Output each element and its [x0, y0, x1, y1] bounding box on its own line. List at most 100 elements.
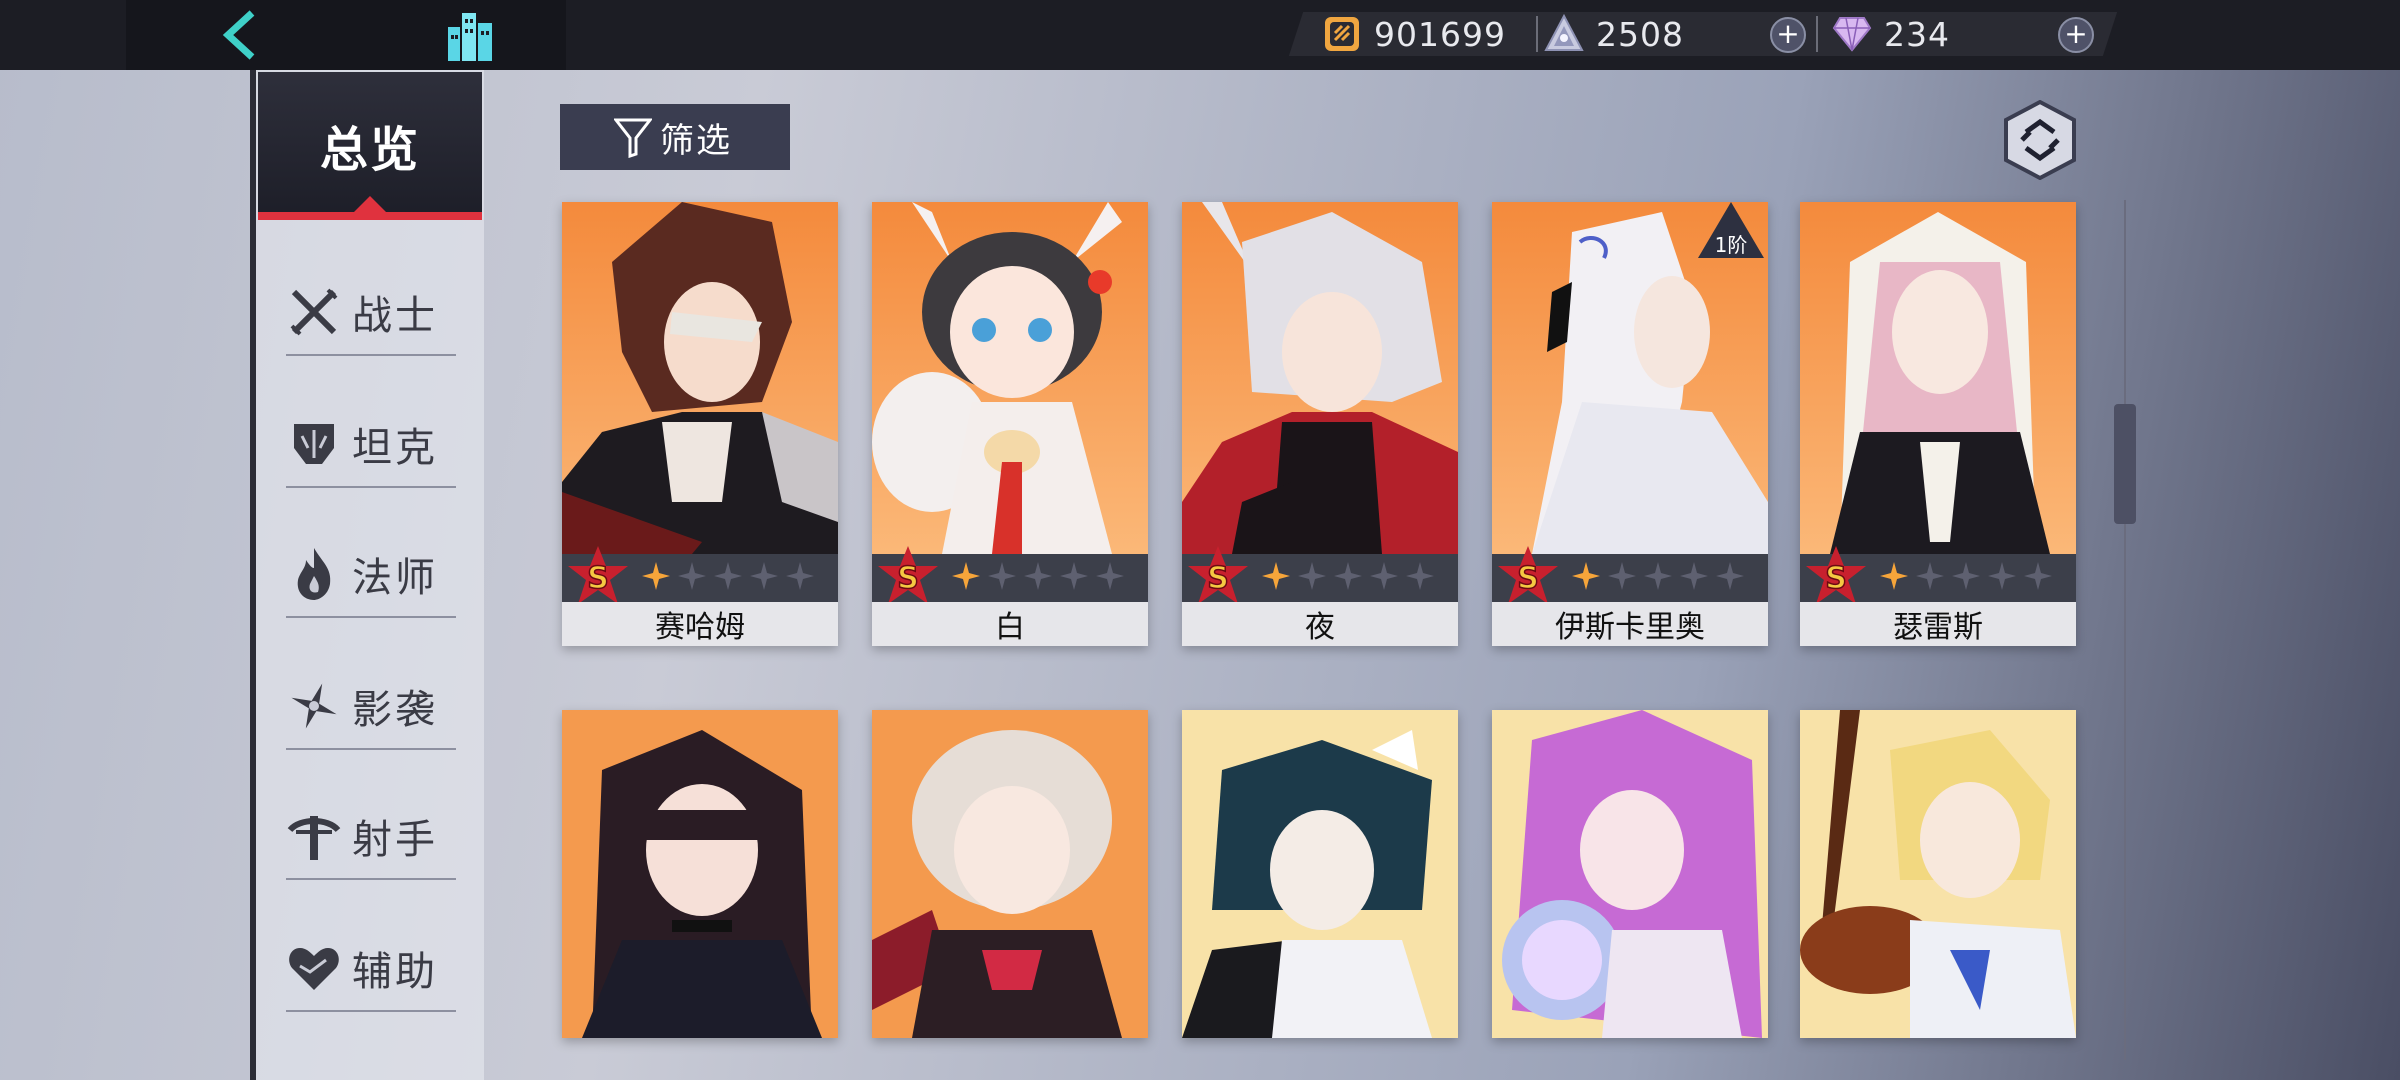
star-empty-icon: [750, 562, 778, 590]
star-filled-icon: [642, 562, 670, 590]
sidebar-item-label: 射手: [352, 817, 438, 863]
star-empty-icon: [1406, 562, 1434, 590]
tab-overview-label: 总览: [319, 122, 420, 178]
character-name: 瑟雷斯: [1800, 602, 2076, 646]
star-filled-icon: [1880, 562, 1908, 590]
divider: [286, 486, 456, 488]
rank-s-icon: S: [1806, 546, 1866, 604]
diamond-value: 234: [1884, 14, 1950, 54]
character-portrait: [1182, 710, 1458, 1038]
rank-s-icon: S: [1188, 546, 1248, 604]
scrollbar-thumb[interactable]: [2114, 404, 2136, 524]
svg-text:S: S: [587, 561, 609, 596]
sidebar-item-tank[interactable]: 坦克: [286, 404, 456, 484]
character-card[interactable]: S 夜: [1182, 202, 1458, 646]
star-empty-icon: [1608, 562, 1636, 590]
star-empty-icon: [1680, 562, 1708, 590]
star-rating: [1878, 560, 2058, 592]
star-empty-icon: [1370, 562, 1398, 590]
sidebar-item-warrior[interactable]: 战士: [286, 272, 456, 352]
character-portrait: [1492, 710, 1768, 1038]
character-portrait: [1800, 710, 2076, 1038]
divider: [286, 748, 456, 750]
star-empty-icon: [714, 562, 742, 590]
divider: [286, 1010, 456, 1012]
gold-currency: 901699: [1322, 10, 1506, 58]
sidebar-item-marksman[interactable]: 射手: [286, 796, 456, 876]
filter-button[interactable]: 筛选: [560, 104, 790, 170]
character-card[interactable]: S 赛哈姆: [562, 202, 838, 646]
character-card[interactable]: [1492, 710, 1768, 1038]
flame-icon: [286, 546, 342, 602]
star-rating: [1570, 560, 1750, 592]
star-empty-icon: [1644, 562, 1672, 590]
tier-badge-label: 1阶: [1715, 233, 1748, 257]
star-empty-icon: [1024, 562, 1052, 590]
character-card[interactable]: [1800, 710, 2076, 1038]
filter-label: 筛选: [660, 120, 732, 161]
character-card[interactable]: [562, 710, 838, 1038]
sidebar-item-mage[interactable]: 法师: [286, 534, 456, 614]
star-filled-icon: [1262, 562, 1290, 590]
currency-separator: [1536, 16, 1538, 52]
stamina-value: 2508: [1596, 14, 1684, 54]
character-card[interactable]: S 瑟雷斯: [1800, 202, 2076, 646]
star-empty-icon: [786, 562, 814, 590]
sidebar-item-label: 影袭: [352, 687, 438, 733]
character-portrait: [1800, 202, 2076, 554]
character-card[interactable]: S 白: [872, 202, 1148, 646]
add-stamina-button[interactable]: +: [1770, 17, 1806, 53]
sidebar-item-label: 战士: [352, 293, 438, 339]
character-portrait: [1182, 202, 1458, 554]
city-home-icon: [448, 13, 492, 61]
star-empty-icon: [1952, 562, 1980, 590]
divider: [286, 616, 456, 618]
rank-s-icon: S: [878, 546, 938, 604]
rank-s-icon: S: [568, 546, 628, 604]
star-filled-icon: [1572, 562, 1600, 590]
gold-value: 901699: [1374, 14, 1506, 54]
star-empty-icon: [1716, 562, 1744, 590]
back-arrow-icon: [222, 10, 255, 60]
character-name: 白: [872, 602, 1148, 646]
character-card[interactable]: [872, 710, 1148, 1038]
add-diamond-button[interactable]: +: [2058, 17, 2094, 53]
stamina-currency: 2508: [1544, 10, 1684, 58]
star-empty-icon: [1060, 562, 1088, 590]
character-card[interactable]: [1182, 710, 1458, 1038]
star-rating: [950, 560, 1130, 592]
svg-text:S: S: [1207, 561, 1229, 596]
back-button[interactable]: [210, 6, 270, 64]
character-portrait: [872, 710, 1148, 1038]
star-empty-icon: [1334, 562, 1362, 590]
star-rating: [1260, 560, 1440, 592]
divider: [286, 878, 456, 880]
diamond-icon: [1832, 14, 1872, 54]
character-portrait: [562, 202, 838, 554]
sidebar-item-label: 辅助: [352, 949, 438, 995]
filter-icon: [614, 118, 652, 158]
crossbow-icon: [286, 808, 342, 864]
star-rating: [640, 560, 820, 592]
character-portrait: [562, 710, 838, 1038]
svg-text:S: S: [1517, 561, 1539, 596]
character-name: 伊斯卡里奥: [1492, 602, 1768, 646]
sidebar-item-label: 法师: [352, 555, 438, 601]
character-portrait: [872, 202, 1148, 554]
scrollbar-track: [2124, 200, 2126, 1060]
home-button[interactable]: [440, 4, 502, 66]
star-empty-icon: [678, 562, 706, 590]
tier-badge-icon: 1阶: [1698, 202, 1764, 258]
shuriken-icon: [286, 678, 342, 734]
divider: [286, 354, 456, 356]
sort-toggle-icon[interactable]: [2004, 100, 2076, 180]
star-filled-icon: [952, 562, 980, 590]
swords-icon: [286, 284, 342, 340]
sidebar-item-support[interactable]: 辅助: [286, 928, 456, 1008]
sidebar-item-assassin[interactable]: 影袭: [286, 666, 456, 746]
svg-text:S: S: [897, 561, 919, 596]
heart-icon: [286, 940, 342, 996]
sidebar-item-label: 坦克: [352, 425, 438, 471]
star-empty-icon: [1988, 562, 2016, 590]
character-card[interactable]: 1阶 S 伊斯卡里奥: [1492, 202, 1768, 646]
